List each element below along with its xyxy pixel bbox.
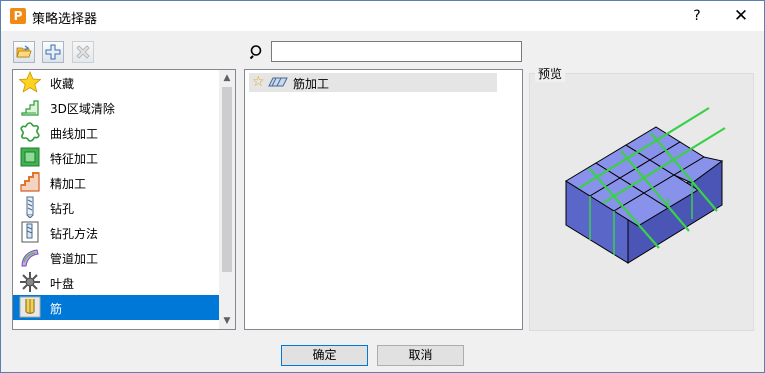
scroll-thumb[interactable]	[222, 87, 232, 272]
category-item-drilling-method[interactable]: 钻孔方法	[13, 220, 219, 245]
search-icon	[249, 45, 262, 60]
strategy-selector-dialog: P 策略选择器 ? ✕ 收藏 3D区域清除 曲线加工 特征加工 精加工 钻孔 钻…	[0, 0, 765, 373]
strategy-label: 筋加工	[293, 77, 330, 91]
category-item-3d-area-clear[interactable]: 3D区域清除	[13, 95, 219, 120]
area-clear-icon	[21, 100, 39, 116]
ok-button[interactable]: 确定	[281, 345, 368, 366]
rib-preview-image	[565, 107, 726, 264]
search-input[interactable]	[271, 41, 522, 62]
category-label: 特征加工	[50, 152, 99, 166]
category-item-feature-machining[interactable]: 特征加工	[13, 145, 219, 170]
cancel-button[interactable]: 取消	[377, 345, 464, 366]
title-bar: P 策略选择器 ? ✕	[1, 1, 764, 31]
window-title: 策略选择器	[32, 12, 98, 27]
curve-machining-icon	[20, 122, 40, 142]
app-logo-icon: P	[10, 8, 26, 24]
strategy-list: ☆ 筋加工	[244, 69, 523, 330]
category-item-favorites[interactable]: 收藏	[13, 70, 219, 95]
delete-button[interactable]	[72, 41, 94, 63]
add-button[interactable]	[42, 41, 64, 63]
category-scrollbar[interactable]: ▲ ▼	[219, 70, 235, 329]
category-item-finishing[interactable]: 精加工	[13, 170, 219, 195]
rib-icon	[19, 296, 41, 318]
category-label: 筋	[50, 302, 63, 316]
category-items: 收藏 3D区域清除 曲线加工 特征加工 精加工 钻孔 钻孔方法 管道加工 叶盘 …	[13, 70, 219, 320]
plus-icon	[45, 44, 61, 60]
help-button[interactable]: ?	[677, 1, 717, 31]
category-label: 管道加工	[50, 252, 99, 266]
category-label: 3D区域清除	[50, 102, 115, 116]
category-label: 曲线加工	[50, 127, 99, 141]
scroll-up-icon[interactable]: ▲	[219, 70, 235, 86]
blisk-icon	[20, 272, 40, 292]
category-label: 收藏	[50, 77, 75, 91]
open-folder-button[interactable]	[13, 41, 35, 63]
scroll-down-icon[interactable]: ▼	[219, 313, 235, 329]
close-button[interactable]: ✕	[721, 1, 761, 31]
category-list: 收藏 3D区域清除 曲线加工 特征加工 精加工 钻孔 钻孔方法 管道加工 叶盘 …	[12, 69, 236, 330]
category-item-blisk[interactable]: 叶盘	[13, 270, 219, 295]
strategy-item-rib-machining[interactable]: ☆ 筋加工	[249, 73, 497, 92]
category-label: 精加工	[50, 177, 87, 191]
category-item-pipe-machining[interactable]: 管道加工	[13, 245, 219, 270]
pipe-machining-icon	[21, 249, 39, 267]
favorite-star-icon[interactable]: ☆	[252, 74, 265, 90]
delete-x-icon	[76, 45, 90, 59]
drill-icon	[26, 196, 34, 218]
category-label: 钻孔	[50, 202, 75, 216]
category-item-rib[interactable]: 筋	[13, 295, 219, 320]
category-item-curve-machining[interactable]: 曲线加工	[13, 120, 219, 145]
finishing-icon	[20, 172, 40, 192]
drilling-method-icon	[21, 221, 39, 243]
star-icon	[19, 71, 41, 93]
category-item-drilling[interactable]: 钻孔	[13, 195, 219, 220]
folder-open-icon	[16, 45, 32, 58]
feature-machining-icon	[20, 147, 40, 167]
category-label: 钻孔方法	[50, 227, 99, 241]
rib-machining-icon	[268, 77, 288, 87]
category-label: 叶盘	[50, 277, 75, 291]
